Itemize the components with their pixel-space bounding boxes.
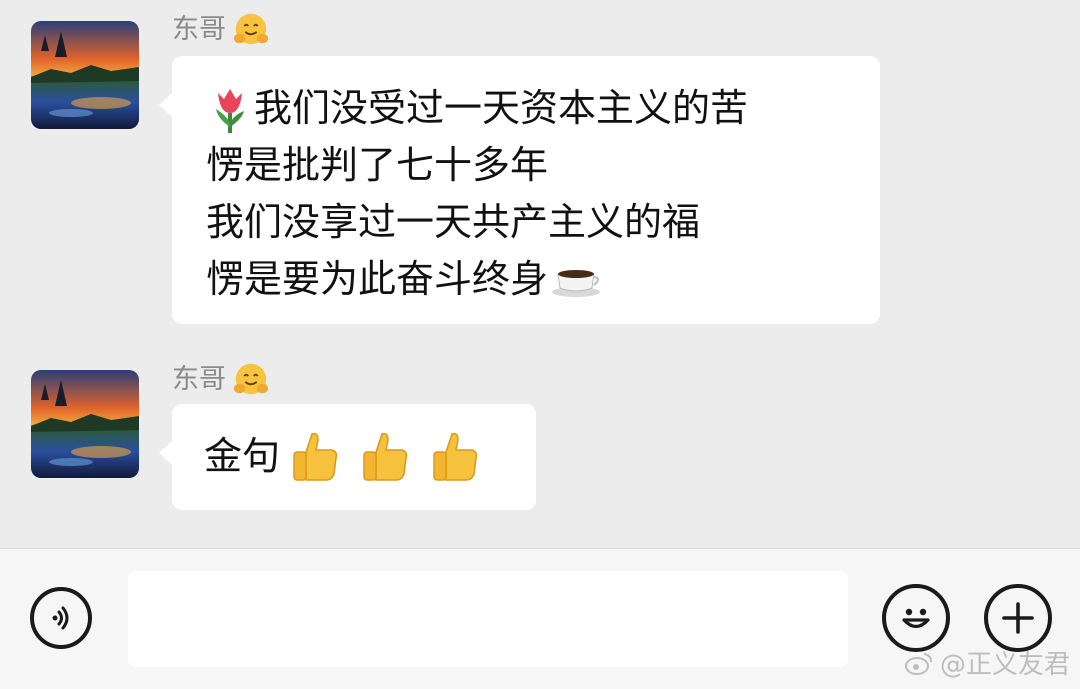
- coffee-emoji: [552, 269, 601, 297]
- sender-name: 东哥: [172, 10, 270, 48]
- more-button[interactable]: [984, 584, 1052, 652]
- watermark: @正义友君: [904, 644, 1070, 681]
- tulip-emoji: [216, 88, 244, 133]
- weibo-icon: [904, 652, 932, 675]
- message-input[interactable]: [128, 571, 848, 667]
- sender-avatar[interactable]: [31, 370, 139, 478]
- smiley-icon: [902, 608, 930, 629]
- thumbs-up-emoji: [293, 432, 338, 481]
- emoji-button[interactable]: [882, 584, 950, 652]
- sender-avatar[interactable]: [31, 21, 139, 129]
- thumbs-up-emoji: [433, 432, 478, 481]
- hugging-face-emoji: [233, 13, 269, 45]
- chat-area: 东哥 我们没受过一天资本主义的苦 愣是批判了七十多年 我们没享过一天共产主义的福…: [0, 0, 1080, 548]
- input-bar: @正义友君: [0, 548, 1080, 689]
- message-bubble[interactable]: 我们没受过一天资本主义的苦 愣是批判了七十多年 我们没享过一天共产主义的福 愣是…: [159, 56, 880, 324]
- sender-name: 东哥: [172, 360, 270, 398]
- message-line: 金句: [204, 428, 480, 485]
- message-line: 我们没受过一天资本主义的苦: [206, 80, 748, 137]
- thumbs-up-emoji: [363, 432, 408, 481]
- message-line: 我们没享过一天共产主义的福: [206, 200, 701, 244]
- voice-icon: [52, 606, 69, 630]
- message-bubble[interactable]: 金句: [159, 404, 536, 510]
- message-line: 愣是批判了七十多年: [206, 143, 549, 187]
- plus-icon: [1002, 602, 1034, 634]
- message-line: 愣是要为此奋斗终身: [206, 251, 748, 308]
- hugging-face-emoji: [233, 363, 269, 395]
- voice-button[interactable]: [30, 587, 92, 649]
